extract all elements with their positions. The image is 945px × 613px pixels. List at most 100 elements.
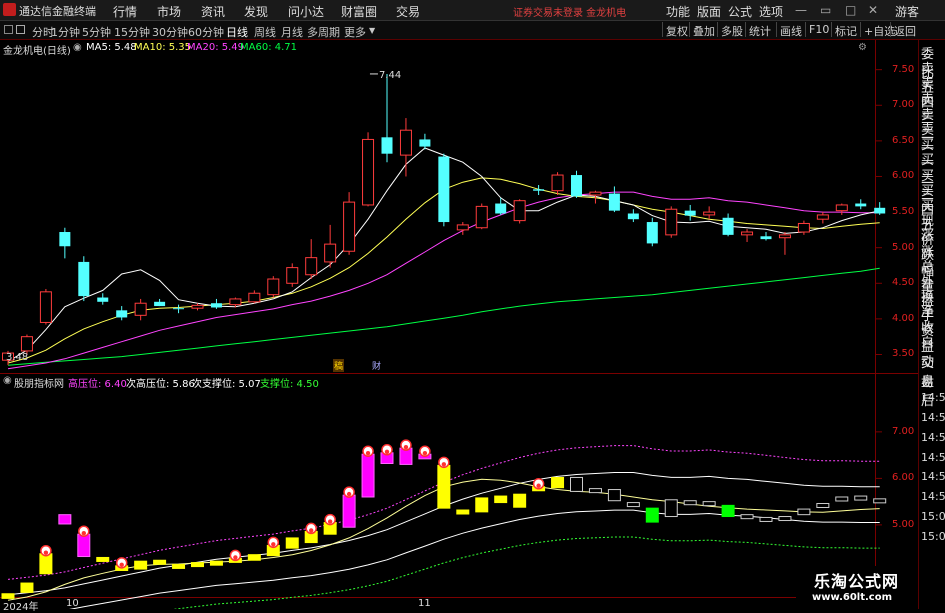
candle-body xyxy=(797,222,810,233)
candle-body xyxy=(399,129,412,156)
indicator-box xyxy=(664,499,678,518)
indicator-box xyxy=(607,489,621,502)
signal-ball-core xyxy=(119,562,124,568)
ytick-label-sub: 7.00 xyxy=(892,425,915,437)
indicator-box xyxy=(816,503,830,509)
candle-body xyxy=(59,232,71,247)
event-marker[interactable]: 稿 xyxy=(333,359,345,372)
watermark-title: 乐淘公式网 xyxy=(814,572,900,591)
signal-ball-core xyxy=(309,528,314,533)
side-panel-item: 15:00 xyxy=(921,510,945,523)
high-label: 7.44 xyxy=(379,70,401,81)
candle-body xyxy=(229,298,242,306)
candle-body xyxy=(248,292,261,303)
side-panel-item: 14:56 xyxy=(921,450,945,464)
candle-body xyxy=(343,201,356,252)
signal-ball-core xyxy=(536,483,541,488)
candle-body xyxy=(267,278,280,296)
legend-support: 支撑位: 4.50 xyxy=(260,379,319,390)
settings-gear-icon[interactable]: ⚙ xyxy=(858,42,867,53)
legend-second-pressure: 次高压位: 5.86 xyxy=(126,379,195,390)
indicator-box xyxy=(96,556,110,562)
candle-body xyxy=(381,137,393,154)
legend-ma20: MA20: 5.49 xyxy=(187,42,245,53)
candle-body xyxy=(324,243,337,263)
ytick-label-main: 4.50 xyxy=(892,277,915,289)
ytick-label-main: 5.50 xyxy=(892,206,915,218)
indicator-box xyxy=(285,537,299,549)
ytick-label-sub: 6.00 xyxy=(892,472,915,484)
candle-body xyxy=(305,257,318,276)
ytick-label-main: 6.50 xyxy=(892,134,915,146)
xaxis-label-nov: 11 xyxy=(418,598,431,609)
signal-ball-core xyxy=(346,491,352,497)
indicator-box xyxy=(342,494,356,528)
candle-body xyxy=(627,213,639,220)
legend-ma10: MA10: 5.35 xyxy=(134,42,192,53)
ma60-line xyxy=(7,267,880,366)
indicator-box xyxy=(39,553,53,575)
indicator-box xyxy=(570,476,583,492)
indicator-box xyxy=(588,488,602,494)
candle-body xyxy=(78,261,90,297)
candle-body xyxy=(154,301,166,307)
signal-ball-core xyxy=(271,542,276,547)
signal-ball-core xyxy=(403,444,409,450)
kline-chart[interactable]: 7.44 3.48 xyxy=(0,0,945,609)
signal-ball-core xyxy=(233,555,238,560)
indicator-box xyxy=(513,493,527,508)
settings-icon[interactable]: ◉ xyxy=(73,42,82,53)
candle-body xyxy=(571,175,582,197)
sub-settings-icon[interactable]: ◉ xyxy=(3,375,12,386)
candle-body xyxy=(816,214,829,220)
indicator-box xyxy=(702,501,716,507)
candle-body xyxy=(684,210,696,216)
side-panel-item: 14:56 xyxy=(921,391,945,405)
finance-marker[interactable]: 财 xyxy=(371,359,382,372)
quote-side-panel: 委比 卖五 卖四 卖三 卖二 卖一 买一 买二 买三 买四 买五 现价 涨跌 涨幅 总量 外盘 换手 净资 收益 自动… xyxy=(918,40,945,609)
stock-label: 金龙机电(日线) xyxy=(3,46,71,57)
candle-body xyxy=(513,200,526,222)
signal-ball-core xyxy=(81,531,87,536)
watermark: 乐淘公式网 www.60lt.com xyxy=(796,566,918,609)
indicator-box xyxy=(494,495,508,504)
ytick-label-main: 5.00 xyxy=(892,241,915,253)
indicator-box xyxy=(191,562,204,568)
indicator-box xyxy=(854,495,868,501)
indicator-box xyxy=(683,500,697,506)
xaxis-label-year: 2024年 xyxy=(3,602,39,613)
indicator-box xyxy=(551,476,565,489)
indicator-box xyxy=(778,516,792,522)
side-panel-item: 14:56 xyxy=(921,470,945,484)
second-support-line xyxy=(69,509,880,609)
candle-body xyxy=(533,189,545,191)
indicator-name: 股朋指标网 xyxy=(14,379,64,390)
ytick-label-main: 3.50 xyxy=(892,348,915,360)
candle-body xyxy=(778,234,791,239)
indicator-box xyxy=(835,496,849,502)
candle-body xyxy=(760,236,772,240)
signal-ball-core xyxy=(422,450,428,456)
signal-ball-core xyxy=(43,550,49,555)
candle-body xyxy=(835,204,848,212)
signal-ball-core xyxy=(384,449,390,454)
candle-body xyxy=(741,231,754,236)
candle-body xyxy=(173,308,185,310)
ytick-label-main: 6.00 xyxy=(892,170,915,182)
indicator-box xyxy=(172,563,186,569)
low-label: 3.48 xyxy=(6,352,28,363)
ytick-label-main: 7.50 xyxy=(892,63,915,75)
legend-high-pressure: 高压位: 6.40 xyxy=(68,379,127,390)
indicator-box xyxy=(77,533,91,558)
indicator-box xyxy=(58,514,72,525)
candle-body xyxy=(419,139,431,147)
legend-second-support: 次支撑位: 5.07 xyxy=(192,379,261,390)
side-panel-item: 14:56 xyxy=(921,490,945,504)
side-panel-item: 14:56 xyxy=(921,411,945,424)
indicator-box xyxy=(247,554,261,561)
candle-body xyxy=(646,222,658,244)
candle-body xyxy=(495,203,507,214)
candle-body xyxy=(97,297,109,302)
candle-body xyxy=(438,156,450,223)
indicator-box xyxy=(626,502,640,508)
